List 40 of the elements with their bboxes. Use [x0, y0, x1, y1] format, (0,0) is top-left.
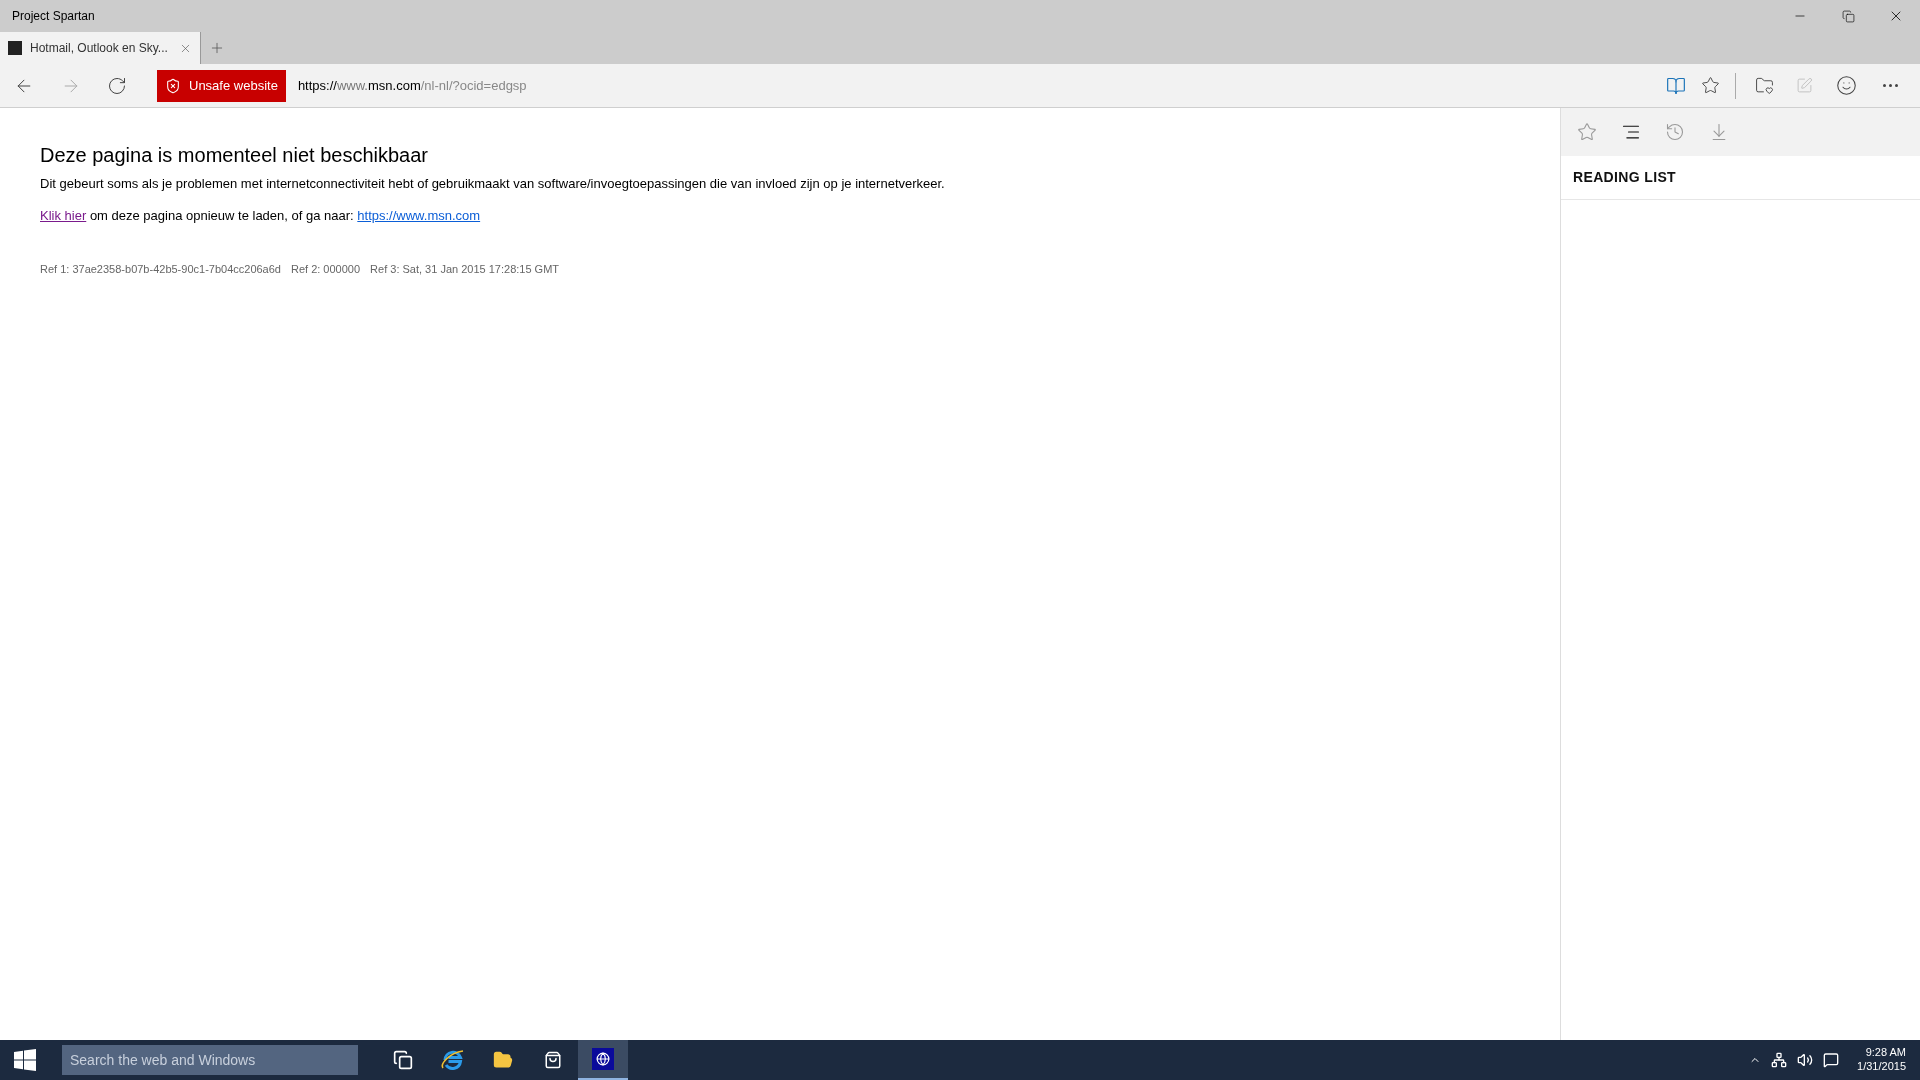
- plus-icon: [209, 40, 225, 56]
- window-title: Project Spartan: [11, 8, 95, 25]
- globe-icon: [592, 1048, 614, 1070]
- error-message: Dit gebeurt soms als je problemen met internetconnectiviteit hebt of gebruikmaakt van software/invoegtoepassingen die van invloed zijn op je internetverkeer.: [40, 175, 945, 193]
- address-url[interactable]: https://www.msn.com/nl-nl/?ocid=edgsp: [297, 75, 527, 96]
- tab-title: Hotmail, Outlook en Sky...: [30, 40, 169, 57]
- unsafe-website-badge[interactable]: Unsafe website: [157, 69, 286, 102]
- site-favicon-icon: [8, 41, 22, 55]
- history-icon: [1665, 122, 1685, 142]
- pen-icon: [1795, 77, 1813, 94]
- browser-e-icon: [440, 1048, 466, 1072]
- refresh-icon: [107, 75, 127, 96]
- reference-text: Ref 2: 000000: [290, 262, 361, 277]
- search-field[interactable]: Search the web and Windows: [62, 1045, 358, 1075]
- star-icon: [1577, 122, 1597, 142]
- error-heading: Deze pagina is momenteel niet beschikbaar: [40, 143, 428, 168]
- reload-link[interactable]: Klik hier: [40, 207, 87, 223]
- clock-time[interactable]: 9:28 AM: [1865, 1046, 1906, 1060]
- folder-icon: [493, 1050, 513, 1070]
- task-view-icon: [393, 1050, 413, 1070]
- more-dots-icon: [1882, 84, 1898, 87]
- reload-sentence: Klik hier om deze pagina opnieuw te laden, of ga naar: https://www.msn.com: [40, 206, 481, 225]
- clock-date[interactable]: 1/31/2015: [1857, 1060, 1906, 1074]
- star-icon: [1700, 76, 1720, 95]
- windows-logo-icon: [13, 1048, 37, 1072]
- reference-text: Ref 3: Sat, 31 Jan 2015 17:28:15 GMT: [370, 262, 560, 277]
- shield-icon: [165, 77, 181, 94]
- restore-icon: [1841, 9, 1855, 23]
- browser-tab[interactable]: Hotmail, Outlook en Sky...: [0, 32, 200, 64]
- volume-icon[interactable]: [1797, 1052, 1814, 1068]
- browser-taskbar-button[interactable]: [578, 1040, 628, 1080]
- notifications-icon[interactable]: [1823, 1052, 1840, 1068]
- book-icon: [1666, 75, 1686, 96]
- smiley-icon: [1835, 75, 1857, 96]
- reference-text: Ref 1: 37ae2358-b07b-42b5-90c1-7b04cc206a6d: [40, 262, 281, 277]
- folder-icon: [1754, 76, 1774, 95]
- network-icon[interactable]: [1771, 1052, 1788, 1068]
- panel-title: READING LIST: [1573, 168, 1676, 187]
- shopping-bag-icon: [544, 1051, 562, 1069]
- msn-link[interactable]: https://www.msn.com: [357, 207, 481, 223]
